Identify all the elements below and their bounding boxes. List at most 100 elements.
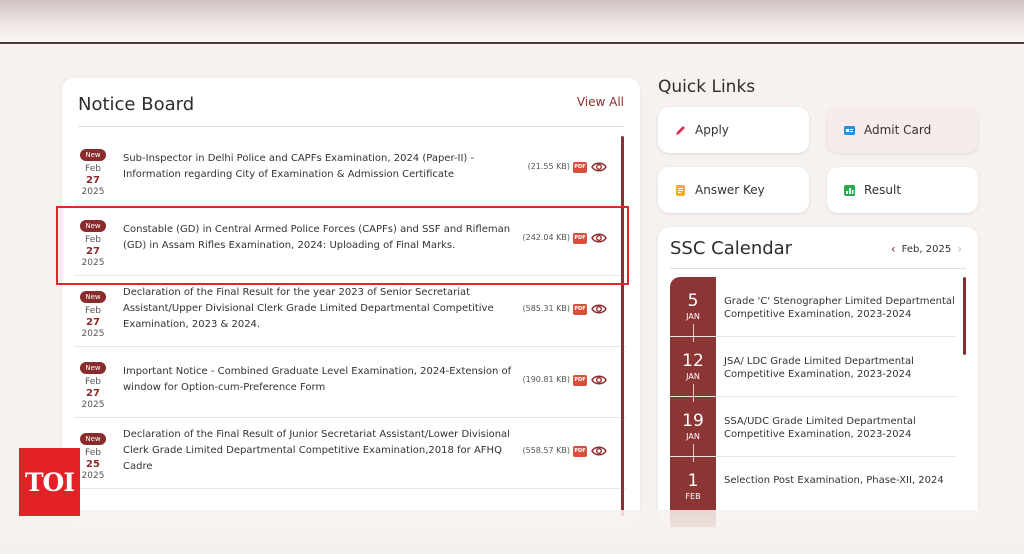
event-date: 12 JAN bbox=[670, 352, 716, 402]
eye-icon[interactable] bbox=[591, 160, 607, 174]
notice-year: 2025 bbox=[81, 258, 105, 268]
calendar-event[interactable]: 5 JAN Grade 'C' Stenographer Limited Dep… bbox=[670, 277, 958, 342]
result-label: Result bbox=[864, 183, 902, 197]
notice-year: 2025 bbox=[81, 471, 105, 481]
admit-card-label: Admit Card bbox=[864, 123, 932, 137]
notice-day: 27 bbox=[86, 175, 100, 186]
notice-year: 2025 bbox=[81, 187, 105, 197]
file-size: (585.31 KB) bbox=[522, 304, 570, 313]
notice-day: 25 bbox=[86, 459, 100, 470]
calendar-scrollbar[interactable] bbox=[963, 277, 966, 355]
notice-scrollbar[interactable] bbox=[621, 136, 624, 516]
eye-icon[interactable] bbox=[591, 373, 607, 387]
notice-month: Feb bbox=[85, 306, 101, 316]
divider bbox=[78, 126, 624, 127]
calendar-title: SSC Calendar bbox=[670, 238, 793, 259]
notice-day: 27 bbox=[86, 388, 100, 399]
notice-month: Feb bbox=[85, 448, 101, 458]
event-month: JAN bbox=[686, 372, 700, 381]
notice-date: New Feb 27 2025 bbox=[78, 142, 108, 197]
bottom-fade bbox=[0, 510, 1024, 554]
notice-title[interactable]: Sub-Inspector in Delhi Police and CAPFs … bbox=[123, 151, 515, 183]
eye-icon[interactable] bbox=[591, 444, 607, 458]
pdf-icon[interactable]: PDF bbox=[573, 304, 587, 315]
notice-day: 27 bbox=[86, 317, 100, 328]
notice-list: New Feb 27 2025 Sub-Inspector in Delhi P… bbox=[74, 134, 626, 489]
notice-title[interactable]: Declaration of the Final Result for the … bbox=[123, 285, 515, 333]
event-day: 19 bbox=[682, 411, 704, 431]
calendar-event[interactable]: 19 JAN SSA/UDC Grade Limited Departmenta… bbox=[670, 397, 958, 462]
notice-item[interactable]: New Feb 27 2025 Important Notice - Combi… bbox=[74, 347, 626, 418]
notice-title[interactable]: Important Notice - Combined Graduate Lev… bbox=[123, 364, 515, 396]
bar-chart-icon bbox=[843, 184, 856, 197]
new-badge: New bbox=[80, 220, 106, 232]
chevron-right-icon[interactable]: › bbox=[957, 242, 962, 256]
event-day: 12 bbox=[682, 351, 704, 371]
event-date: 19 JAN bbox=[670, 412, 716, 462]
top-header-bar bbox=[0, 0, 1024, 44]
event-month: JAN bbox=[686, 432, 700, 441]
view-all-link[interactable]: View All bbox=[577, 95, 624, 109]
notice-date: New Feb 25 2025 bbox=[78, 426, 108, 481]
notice-board-card: Notice Board View All New Feb 27 2025 Su… bbox=[62, 78, 640, 528]
notice-item[interactable]: New Feb 27 2025 Declaration of the Final… bbox=[74, 276, 626, 347]
notice-item[interactable]: New Feb 25 2025 Declaration of the Final… bbox=[74, 418, 626, 489]
file-size: (242.04 KB) bbox=[522, 233, 570, 242]
notice-month: Feb bbox=[85, 164, 101, 174]
document-icon bbox=[674, 184, 687, 197]
new-badge: New bbox=[80, 291, 106, 303]
admit-card-button[interactable]: Admit Card bbox=[827, 107, 978, 153]
notice-date: New Feb 27 2025 bbox=[78, 284, 108, 339]
notice-item[interactable]: New Feb 27 2025 Sub-Inspector in Delhi P… bbox=[74, 134, 626, 205]
pdf-icon[interactable]: PDF bbox=[573, 446, 587, 457]
result-button[interactable]: Result bbox=[827, 167, 978, 213]
new-badge: New bbox=[80, 433, 106, 445]
event-date: 5 JAN bbox=[670, 292, 716, 342]
event-title[interactable]: Selection Post Examination, Phase-XII, 2… bbox=[724, 474, 958, 487]
chevron-left-icon[interactable]: ‹ bbox=[891, 242, 896, 256]
notice-title[interactable]: Declaration of the Final Result of Junio… bbox=[123, 427, 515, 475]
calendar-event[interactable]: 12 JAN JSA/ LDC Grade Limited Department… bbox=[670, 337, 958, 402]
pdf-icon[interactable]: PDF bbox=[573, 375, 587, 386]
event-month: JAN bbox=[686, 312, 700, 321]
toi-logo: TOI bbox=[19, 448, 80, 516]
notice-date: New Feb 27 2025 bbox=[78, 213, 108, 268]
answer-key-label: Answer Key bbox=[695, 183, 765, 197]
notice-board-title: Notice Board bbox=[78, 94, 195, 115]
notice-month: Feb bbox=[85, 377, 101, 387]
notice-year: 2025 bbox=[81, 329, 105, 339]
calendar-event[interactable]: 1 FEB Selection Post Examination, Phase-… bbox=[670, 457, 956, 517]
id-card-icon bbox=[843, 124, 856, 137]
pencil-icon bbox=[674, 124, 687, 137]
calendar-month-label: Feb, 2025 bbox=[901, 243, 952, 255]
new-badge: New bbox=[80, 362, 106, 374]
file-size: (190.81 KB) bbox=[522, 375, 570, 384]
event-month: FEB bbox=[685, 492, 701, 501]
calendar-month-nav: ‹ Feb, 2025 › bbox=[891, 242, 962, 256]
notice-year: 2025 bbox=[81, 400, 105, 410]
pdf-icon[interactable]: PDF bbox=[573, 233, 587, 244]
event-title[interactable]: SSA/UDC Grade Limited Departmental Compe… bbox=[724, 415, 958, 441]
eye-icon[interactable] bbox=[591, 302, 607, 316]
notice-date: New Feb 27 2025 bbox=[78, 355, 108, 410]
notice-title[interactable]: Constable (GD) in Central Armed Police F… bbox=[123, 222, 515, 254]
ssc-calendar-card: SSC Calendar ‹ Feb, 2025 › 5 JAN Grade '… bbox=[658, 227, 978, 527]
quick-links-title: Quick Links bbox=[658, 77, 756, 97]
file-size: (558.57 KB) bbox=[522, 446, 570, 455]
apply-label: Apply bbox=[695, 123, 729, 137]
pdf-icon[interactable]: PDF bbox=[573, 162, 587, 173]
event-title[interactable]: Grade 'C' Stenographer Limited Departmen… bbox=[724, 295, 958, 321]
event-day: 5 bbox=[687, 291, 699, 311]
notice-item[interactable]: New Feb 27 2025 Constable (GD) in Centra… bbox=[74, 205, 626, 276]
divider bbox=[670, 268, 966, 269]
eye-icon[interactable] bbox=[591, 231, 607, 245]
notice-month: Feb bbox=[85, 235, 101, 245]
apply-button[interactable]: Apply bbox=[658, 107, 809, 153]
event-title[interactable]: JSA/ LDC Grade Limited Departmental Comp… bbox=[724, 355, 958, 381]
notice-day: 27 bbox=[86, 246, 100, 257]
new-badge: New bbox=[80, 149, 106, 161]
event-date: 1 FEB bbox=[670, 472, 716, 501]
event-day: 1 bbox=[687, 471, 699, 491]
answer-key-button[interactable]: Answer Key bbox=[658, 167, 809, 213]
file-size: (21.55 KB) bbox=[527, 162, 570, 171]
